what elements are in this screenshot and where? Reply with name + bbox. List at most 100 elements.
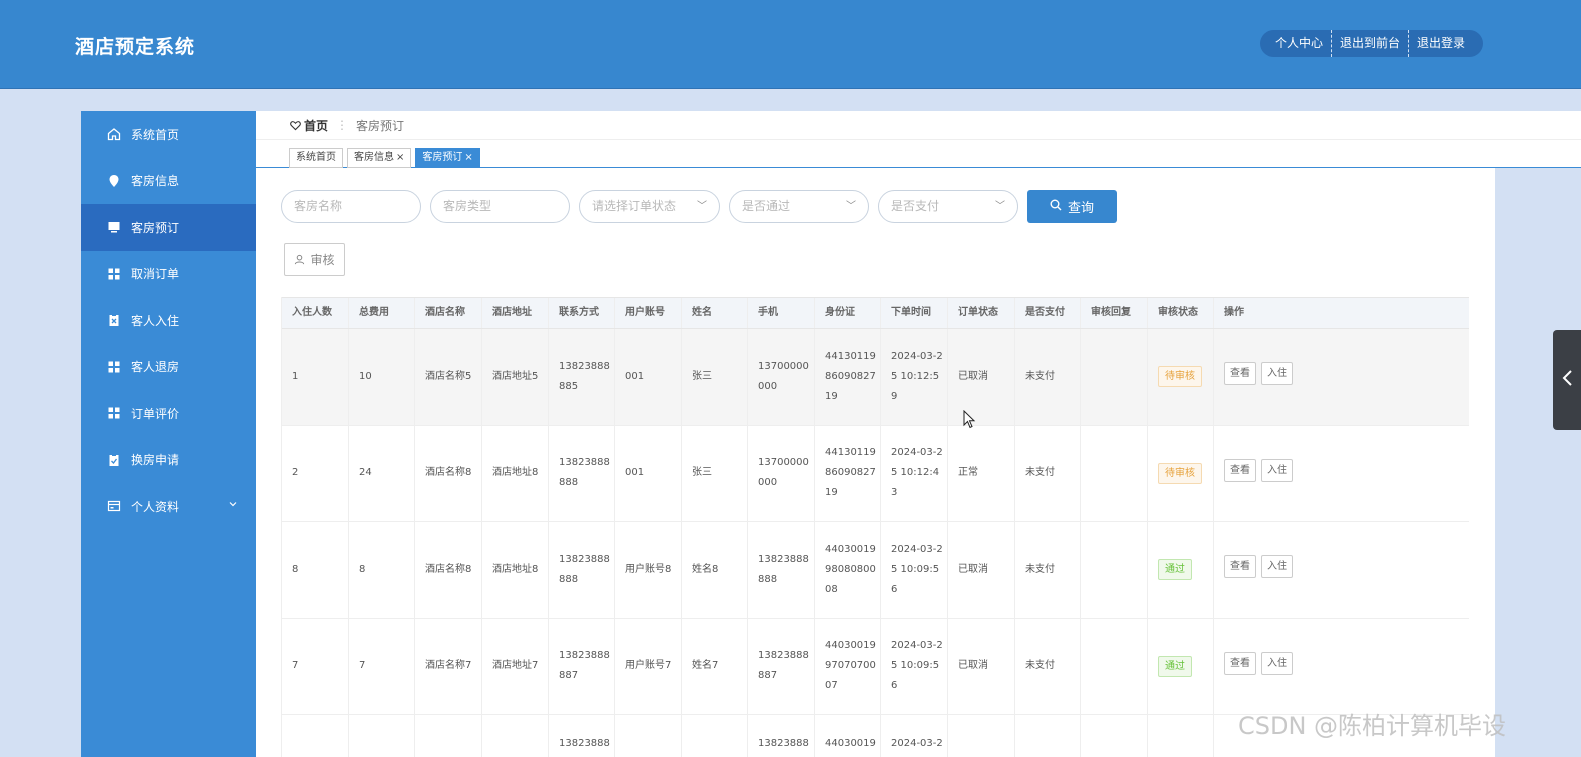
checkin-button[interactable]: 入住: [1261, 555, 1293, 579]
content-area: 客房名称 客房类型 请选择订单状态 ﹀ 是否通过 ﹀ 是否支付 ﹀ 查询 审核 入住人…: [256, 168, 1496, 757]
is-passed-select[interactable]: 是否通过 ﹀: [729, 190, 869, 223]
cell-paid: 未支付: [1015, 425, 1081, 521]
chevron-down-icon: ﹀: [697, 201, 707, 212]
view-button[interactable]: 查看: [1224, 362, 1256, 386]
side-panel-toggle[interactable]: [1553, 330, 1581, 430]
cell-hotel-address: [482, 715, 549, 757]
cell-order-status: [948, 715, 1015, 757]
close-icon[interactable]: ×: [464, 152, 472, 163]
cell-hotel-name: 酒店名称8: [415, 522, 482, 618]
sidebar-item-label: 客人入住: [131, 313, 180, 328]
cell-actions: 查看 入住: [1214, 420, 1465, 522]
grid-icon: [107, 267, 121, 281]
cell-id-card: 441301198609082719: [815, 425, 881, 521]
view-button[interactable]: 查看: [1224, 555, 1256, 579]
order-status-select[interactable]: 请选择订单状态 ﹀: [579, 190, 720, 223]
tab-room-info[interactable]: 客房信息 ×: [347, 148, 412, 168]
sidebar-item-cancel-order[interactable]: 取消订单: [81, 251, 256, 298]
column-header[interactable]: 酒店地址: [482, 298, 549, 328]
cell-hotel-name: [415, 715, 482, 757]
cell-guests: 2: [282, 425, 349, 521]
breadcrumb-current: 客房预订: [356, 118, 405, 133]
sidebar-item-order-review[interactable]: 订单评价: [81, 390, 256, 437]
cell-id-card: 440300199808080008: [815, 522, 881, 618]
query-button-label: 查询: [1067, 201, 1094, 216]
cell-account: 001: [615, 329, 682, 425]
column-header[interactable]: 入住人数: [282, 298, 349, 328]
breadcrumb-home[interactable]: 首页: [290, 117, 328, 134]
sidebar-item-profile[interactable]: 个人资料: [81, 483, 256, 530]
tab-room-booking[interactable]: 客房预订 ×: [415, 148, 480, 168]
column-header[interactable]: 姓名: [682, 298, 748, 328]
logout-link[interactable]: 退出登录: [1408, 30, 1473, 57]
cell-id-card: 4403001996: [815, 715, 881, 757]
exit-to-frontend-link[interactable]: 退出到前台: [1331, 30, 1408, 57]
view-button[interactable]: 查看: [1224, 458, 1256, 482]
tab-label: 客房预订: [422, 152, 463, 163]
checkin-button[interactable]: 入住: [1261, 458, 1293, 482]
is-paid-select[interactable]: 是否支付 ﹀: [878, 190, 1018, 223]
column-header[interactable]: 订单状态: [948, 298, 1015, 328]
cell-guests: 8: [282, 522, 349, 618]
column-header[interactable]: 审核回复: [1081, 298, 1148, 328]
cell-audit-reply: [1081, 522, 1148, 618]
sidebar-item-label: 客人退房: [131, 360, 180, 375]
breadcrumb-separator: ⋮: [336, 118, 349, 132]
cell-audit-reply: [1081, 425, 1148, 521]
column-header[interactable]: 联系方式: [549, 298, 615, 328]
column-header[interactable]: 酒店名称: [415, 298, 482, 328]
sidebar: 系统首页 客房信息 客房预订 取消订单 客人入住 客人退房 订单评价 换房申请 …: [81, 111, 256, 757]
sidebar-item-label: 系统首页: [131, 127, 180, 142]
query-button[interactable]: 查询: [1027, 190, 1117, 223]
cell-account: [615, 715, 682, 757]
status-badge: 通过: [1158, 559, 1192, 581]
cell-hotel-name: 酒店名称7: [415, 618, 482, 714]
cell-contact: 13823888887: [549, 618, 615, 714]
sidebar-item-room-change[interactable]: 换房申请: [81, 437, 256, 484]
breadcrumb-home-label: 首页: [304, 118, 329, 133]
checkin-button[interactable]: 入住: [1261, 651, 1293, 675]
table-row[interactable]: 1 10 酒店名称5 酒店地址5 13823888885 001 张三 1370…: [282, 329, 1469, 426]
cell-total-fee: 8: [349, 522, 415, 618]
cell-order-status: 已取消: [948, 522, 1015, 618]
table-row[interactable]: 7 7 酒店名称7 酒店地址7 13823888887 用户账号7 姓名7 13…: [282, 618, 1469, 715]
home-icon: [107, 127, 121, 141]
cell-account: 001: [615, 425, 682, 521]
cell-audit-reply: [1081, 715, 1148, 757]
table-row[interactable]: 2 24 酒店名称8 酒店地址8 13823888888 001 张三 1370…: [282, 425, 1469, 522]
column-header[interactable]: 总费用: [349, 298, 415, 328]
column-header[interactable]: 身份证: [815, 298, 881, 328]
cell-audit-status: [1148, 715, 1214, 757]
sidebar-item-checkout[interactable]: 客人退房: [81, 344, 256, 391]
chevron-down-icon: [228, 499, 238, 512]
audit-button[interactable]: 审核: [284, 243, 345, 276]
user-icon: [294, 254, 305, 265]
sidebar-item-room-booking[interactable]: 客房预订: [81, 204, 256, 251]
sidebar-item-room-info[interactable]: 客房信息: [81, 158, 256, 205]
cell-phone: 13823888888: [748, 522, 815, 618]
right-gutter: [1495, 168, 1581, 757]
tab-home[interactable]: 系统首页: [289, 148, 343, 168]
sidebar-item-checkin[interactable]: 客人入住: [81, 297, 256, 344]
mouse-cursor-icon: [963, 409, 977, 434]
close-icon[interactable]: ×: [396, 152, 404, 163]
column-header[interactable]: 审核状态: [1148, 298, 1214, 328]
cell-hotel-name: 酒店名称8: [415, 425, 482, 521]
column-header[interactable]: 手机: [748, 298, 815, 328]
column-header[interactable]: 是否支付: [1015, 298, 1081, 328]
app-title: 酒店预定系统: [75, 36, 196, 58]
room-type-input[interactable]: 客房类型: [430, 190, 570, 223]
column-header[interactable]: 下单时间: [881, 298, 948, 328]
table-row[interactable]: 8 8 酒店名称8 酒店地址8 13823888888 用户账号8 姓名8 13…: [282, 522, 1469, 619]
sidebar-item-home[interactable]: 系统首页: [81, 111, 256, 158]
view-button[interactable]: 查看: [1224, 651, 1256, 675]
tab-bar: 系统首页 客房信息 × 客房预订 ×: [256, 140, 1581, 168]
cell-hotel-address: 酒店地址8: [482, 522, 549, 618]
checkin-button[interactable]: 入住: [1261, 362, 1293, 386]
room-name-placeholder: 客房名称: [294, 199, 343, 213]
sidebar-item-label: 客房信息: [131, 174, 180, 189]
personal-center-link[interactable]: 个人中心: [1260, 30, 1331, 57]
room-name-input[interactable]: 客房名称: [281, 190, 421, 223]
grid-icon: [107, 406, 121, 420]
column-header[interactable]: 用户账号: [615, 298, 682, 328]
